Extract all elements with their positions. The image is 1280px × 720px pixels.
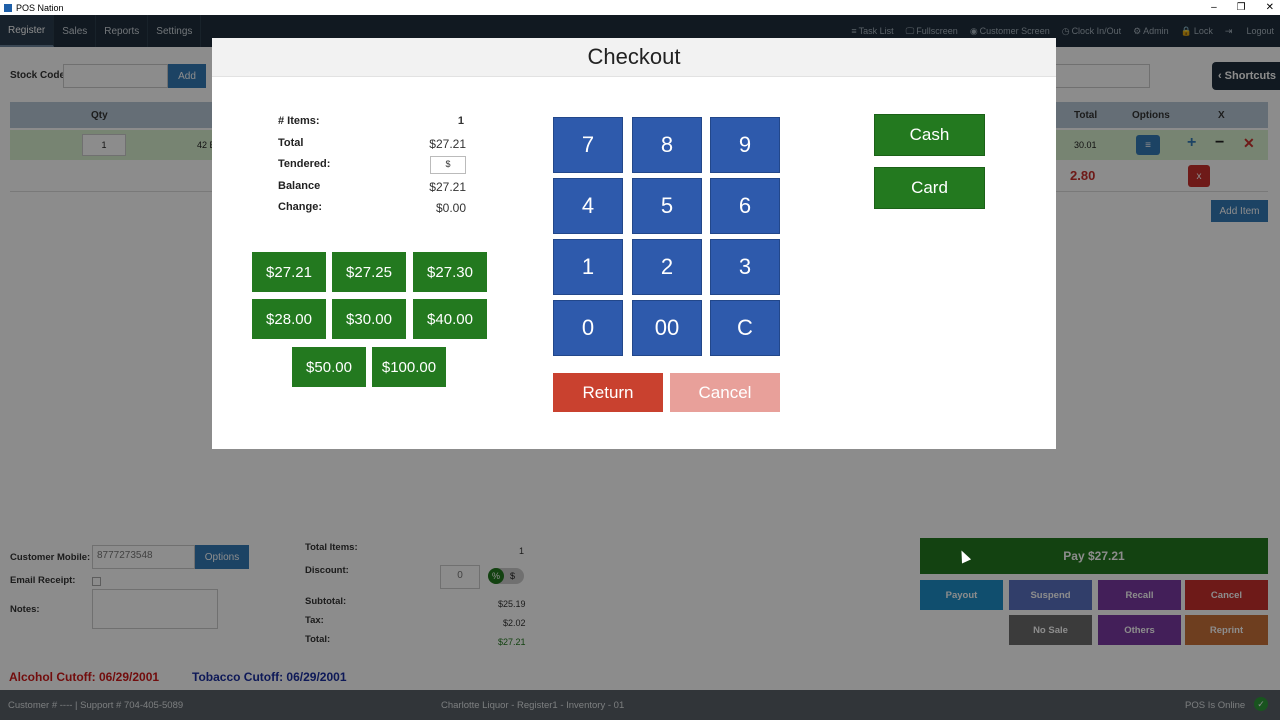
cancel-checkout-button[interactable]: Cancel: [670, 373, 780, 412]
quick-amount-button[interactable]: $40.00: [413, 299, 487, 339]
quick-amount-button[interactable]: $50.00: [292, 347, 366, 387]
keypad-key[interactable]: 4: [553, 178, 623, 234]
return-button[interactable]: Return: [553, 373, 663, 412]
app-logo-icon: [4, 3, 12, 12]
card-button[interactable]: Card: [874, 167, 985, 209]
balance-value: $27.21: [429, 179, 466, 194]
keypad-key[interactable]: 1: [553, 239, 623, 295]
checkout-total-label: Total: [278, 136, 304, 149]
minimize-icon[interactable]: –: [1211, 0, 1217, 15]
quick-amount-button[interactable]: $27.21: [252, 252, 326, 292]
checkout-modal: Checkout # Items: 1 Total $27.21 Tendere…: [212, 38, 1056, 449]
keypad-key[interactable]: 2: [632, 239, 702, 295]
close-icon[interactable]: ✕: [1266, 0, 1274, 15]
quick-amount-button[interactable]: $27.30: [413, 252, 487, 292]
tendered-input[interactable]: $: [430, 156, 466, 174]
keypad-key[interactable]: 8: [632, 117, 702, 173]
keypad-key[interactable]: 5: [632, 178, 702, 234]
items-count-label: # Items:: [278, 115, 320, 127]
restore-icon[interactable]: ❐: [1237, 0, 1246, 15]
change-label: Change:: [278, 201, 322, 213]
keypad-key[interactable]: 00: [632, 300, 702, 356]
keypad-key[interactable]: 7: [553, 117, 623, 173]
tendered-label: Tendered:: [278, 158, 331, 170]
keypad-key[interactable]: 0: [553, 300, 623, 356]
window-title: POS Nation: [16, 2, 64, 13]
quick-amount-button[interactable]: $27.25: [332, 252, 406, 292]
quick-amount-button[interactable]: $28.00: [252, 299, 326, 339]
keypad-key[interactable]: 9: [710, 117, 780, 173]
checkout-summary: # Items: 1 Total $27.21 Tendered: $ Bala…: [278, 115, 466, 223]
items-count-value: 1: [457, 115, 464, 127]
modal-title: Checkout: [212, 38, 1056, 77]
balance-label: Balance: [278, 179, 321, 192]
cash-button[interactable]: Cash: [874, 114, 985, 156]
keypad-clear-key[interactable]: C: [710, 300, 780, 356]
quick-amount-button[interactable]: $30.00: [332, 299, 406, 339]
quick-amount-button[interactable]: $100.00: [372, 347, 446, 387]
change-value: $0.00: [435, 201, 466, 215]
checkout-total-value: $27.21: [429, 136, 466, 151]
keypad-key[interactable]: 3: [710, 239, 780, 295]
keypad-key[interactable]: 6: [710, 178, 780, 234]
window-titlebar: POS Nation – ❐ ✕: [0, 0, 1280, 15]
